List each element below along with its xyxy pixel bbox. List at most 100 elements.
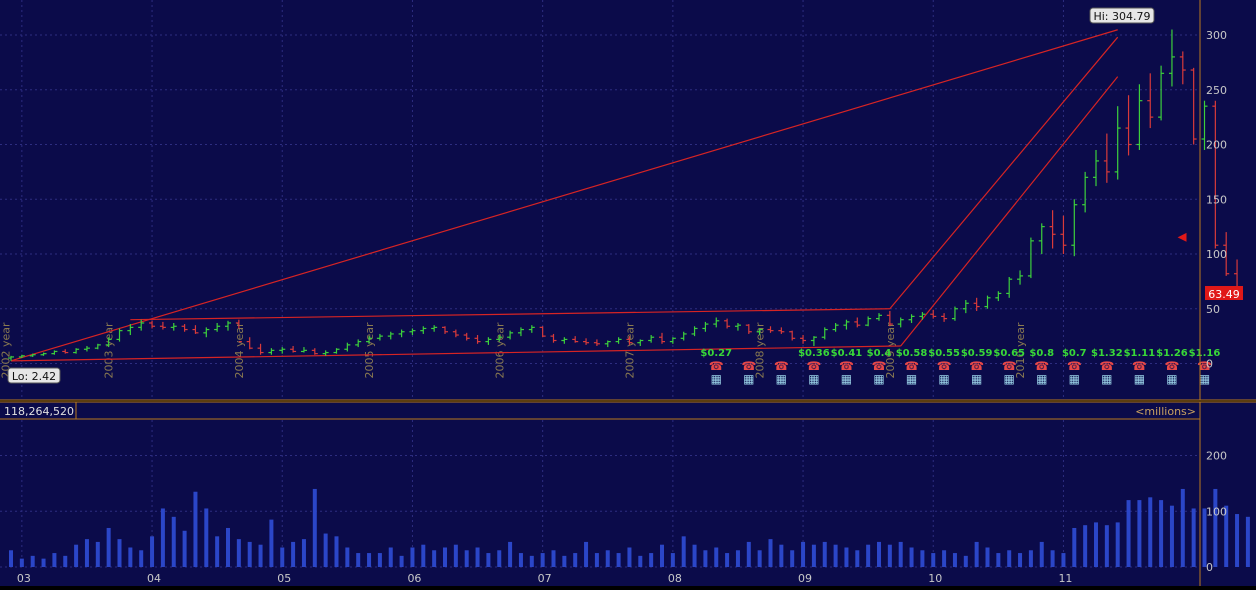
volume-bar <box>1126 500 1131 567</box>
dividend-label: $0.36 <box>798 348 830 359</box>
volume-bar <box>898 541 903 567</box>
volume-bar <box>594 553 599 567</box>
volume-bar <box>551 550 556 567</box>
volume-bar <box>1180 488 1185 567</box>
lo-label: Lo: 2.42 <box>7 367 61 384</box>
x-tick-label: 04 <box>147 572 161 585</box>
volume-bar <box>942 550 947 567</box>
calendar-icon: ▦ <box>808 372 819 386</box>
volume-bar <box>996 553 1001 567</box>
earnings-phone-icon: ☎ <box>839 359 854 373</box>
volume-bar <box>735 550 740 567</box>
volume-bar <box>1039 541 1044 567</box>
volume-bar <box>52 553 57 567</box>
volume-bar <box>106 527 111 567</box>
dividend-label: $0.7 <box>1062 348 1087 359</box>
volume-bar <box>345 547 350 567</box>
volume-bar <box>497 550 502 567</box>
volume-bar <box>768 539 773 567</box>
earnings-phone-icon: ☎ <box>1067 359 1082 373</box>
dividend-label: $0.55 <box>928 348 960 359</box>
calendar-icon: ▦ <box>1004 372 1015 386</box>
volume-bar <box>334 536 339 567</box>
volume-bar <box>19 558 24 567</box>
volume-bar <box>1245 516 1250 567</box>
volume-bar <box>128 547 133 567</box>
volume-bar <box>323 533 328 567</box>
calendar-icon: ▦ <box>938 372 949 386</box>
volume-bar <box>1235 514 1240 567</box>
volume-bar <box>931 553 936 567</box>
price-tick-label: 50 <box>1206 303 1220 316</box>
volume-bar <box>540 553 545 567</box>
earnings-phone-icon: ☎ <box>774 359 789 373</box>
volume-bar <box>399 555 404 567</box>
dividend-label: $0.59 <box>961 348 993 359</box>
volume-bar <box>291 541 296 567</box>
volume-readout: 118,264,520 <box>4 405 74 418</box>
x-tick-label: 03 <box>17 572 31 585</box>
earnings-phone-icon: ☎ <box>1099 359 1114 373</box>
volume-bar <box>367 553 372 567</box>
volume-bar <box>247 541 252 567</box>
volume-bar <box>584 541 589 567</box>
earnings-phone-icon: ☎ <box>904 359 919 373</box>
volume-bar <box>757 550 762 567</box>
volume-bar <box>269 519 274 567</box>
x-tick-label: 11 <box>1058 572 1072 585</box>
volume-tick-label: 100 <box>1206 505 1227 518</box>
dividend-label: $0.4 <box>867 348 892 359</box>
volume-bar <box>41 558 46 567</box>
volume-bar <box>421 544 426 567</box>
x-tick-label: 08 <box>668 572 682 585</box>
volume-tick-label: 0 <box>1206 561 1213 574</box>
price-tick-label: 150 <box>1206 193 1227 206</box>
dividend-label: $1.16 <box>1189 348 1221 359</box>
volume-bar <box>226 527 230 567</box>
volume-bar <box>822 541 827 567</box>
hi-label: Hi: 304.79 <box>1089 7 1155 24</box>
calendar-icon: ▦ <box>1036 372 1047 386</box>
x-tick-label: 09 <box>798 572 812 585</box>
earnings-phone-icon: ☎ <box>969 359 984 373</box>
volume-bar <box>681 536 686 567</box>
year-marker-label: 2005 year <box>363 322 376 379</box>
volume-bar <box>1159 500 1164 567</box>
price-tick-label: 0 <box>1206 358 1213 371</box>
earnings-phone-icon: ☎ <box>741 359 756 373</box>
calendar-icon: ▦ <box>1199 372 1210 386</box>
volume-bar <box>1072 527 1077 567</box>
volume-bar <box>475 547 480 567</box>
price-tick-label: 100 <box>1206 248 1227 261</box>
volume-bar <box>84 539 89 567</box>
volume-bar <box>280 547 285 567</box>
volume-bar <box>1191 508 1196 567</box>
volume-bar <box>833 544 838 567</box>
volume-bar <box>1137 500 1142 567</box>
volume-bar <box>139 550 144 567</box>
calendar-icon: ▦ <box>1069 372 1080 386</box>
volume-bar <box>746 541 751 567</box>
volume-bar <box>160 508 165 567</box>
volume-bar <box>952 553 957 567</box>
volume-bar <box>1104 525 1109 567</box>
year-marker-label: 2004 year <box>233 322 246 379</box>
volume-bar <box>388 547 393 567</box>
volume-bar <box>518 553 523 567</box>
price-tick-label: 300 <box>1206 29 1227 42</box>
volume-bar <box>605 550 610 567</box>
volume-bar <box>1169 505 1174 567</box>
volume-bar <box>312 488 317 567</box>
volume-bar <box>866 544 871 567</box>
calendar-icon: ▦ <box>906 372 917 386</box>
calendar-icon: ▦ <box>841 372 852 386</box>
calendar-icon: ▦ <box>1101 372 1112 386</box>
volume-bar <box>844 547 849 567</box>
x-tick-label: 07 <box>538 572 552 585</box>
volume-bar <box>171 516 176 567</box>
volume-bar <box>410 547 415 567</box>
volume-bar <box>790 550 795 567</box>
volume-bar <box>801 541 806 567</box>
volume-bar <box>453 544 458 567</box>
calendar-icon: ▦ <box>743 372 754 386</box>
